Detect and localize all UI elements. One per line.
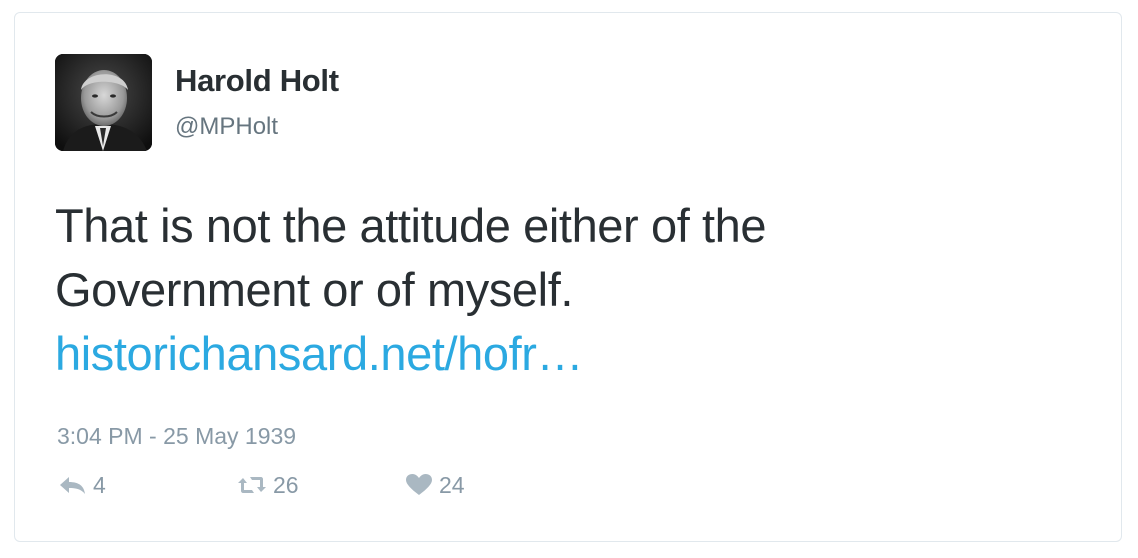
tweet-timestamp[interactable]: 3:04 PM - 25 May 1939 [57,423,296,450]
reply-count: 4 [93,471,106,498]
tweet-text-line: Government or of myself. [55,263,574,316]
retweet-count: 26 [273,471,299,498]
user-handle[interactable]: @MPHolt [175,113,278,141]
retweet-icon [237,474,267,496]
like-count: 24 [439,471,465,498]
reply-button[interactable]: 4 [57,469,106,501]
like-button[interactable]: 24 [405,469,465,501]
tweet-text: That is not the attitude either of the G… [55,194,1095,386]
display-name[interactable]: Harold Holt [175,63,339,99]
avatar[interactable] [55,54,152,151]
reply-icon [57,474,87,496]
tweet-card: Harold Holt @MPHolt That is not the atti… [14,12,1122,542]
tweet-text-line: That is not the attitude either of the [55,199,767,252]
heart-icon [405,473,433,497]
tweet-link[interactable]: historichansard.net/hofr… [55,327,584,380]
retweet-button[interactable]: 26 [237,469,299,501]
